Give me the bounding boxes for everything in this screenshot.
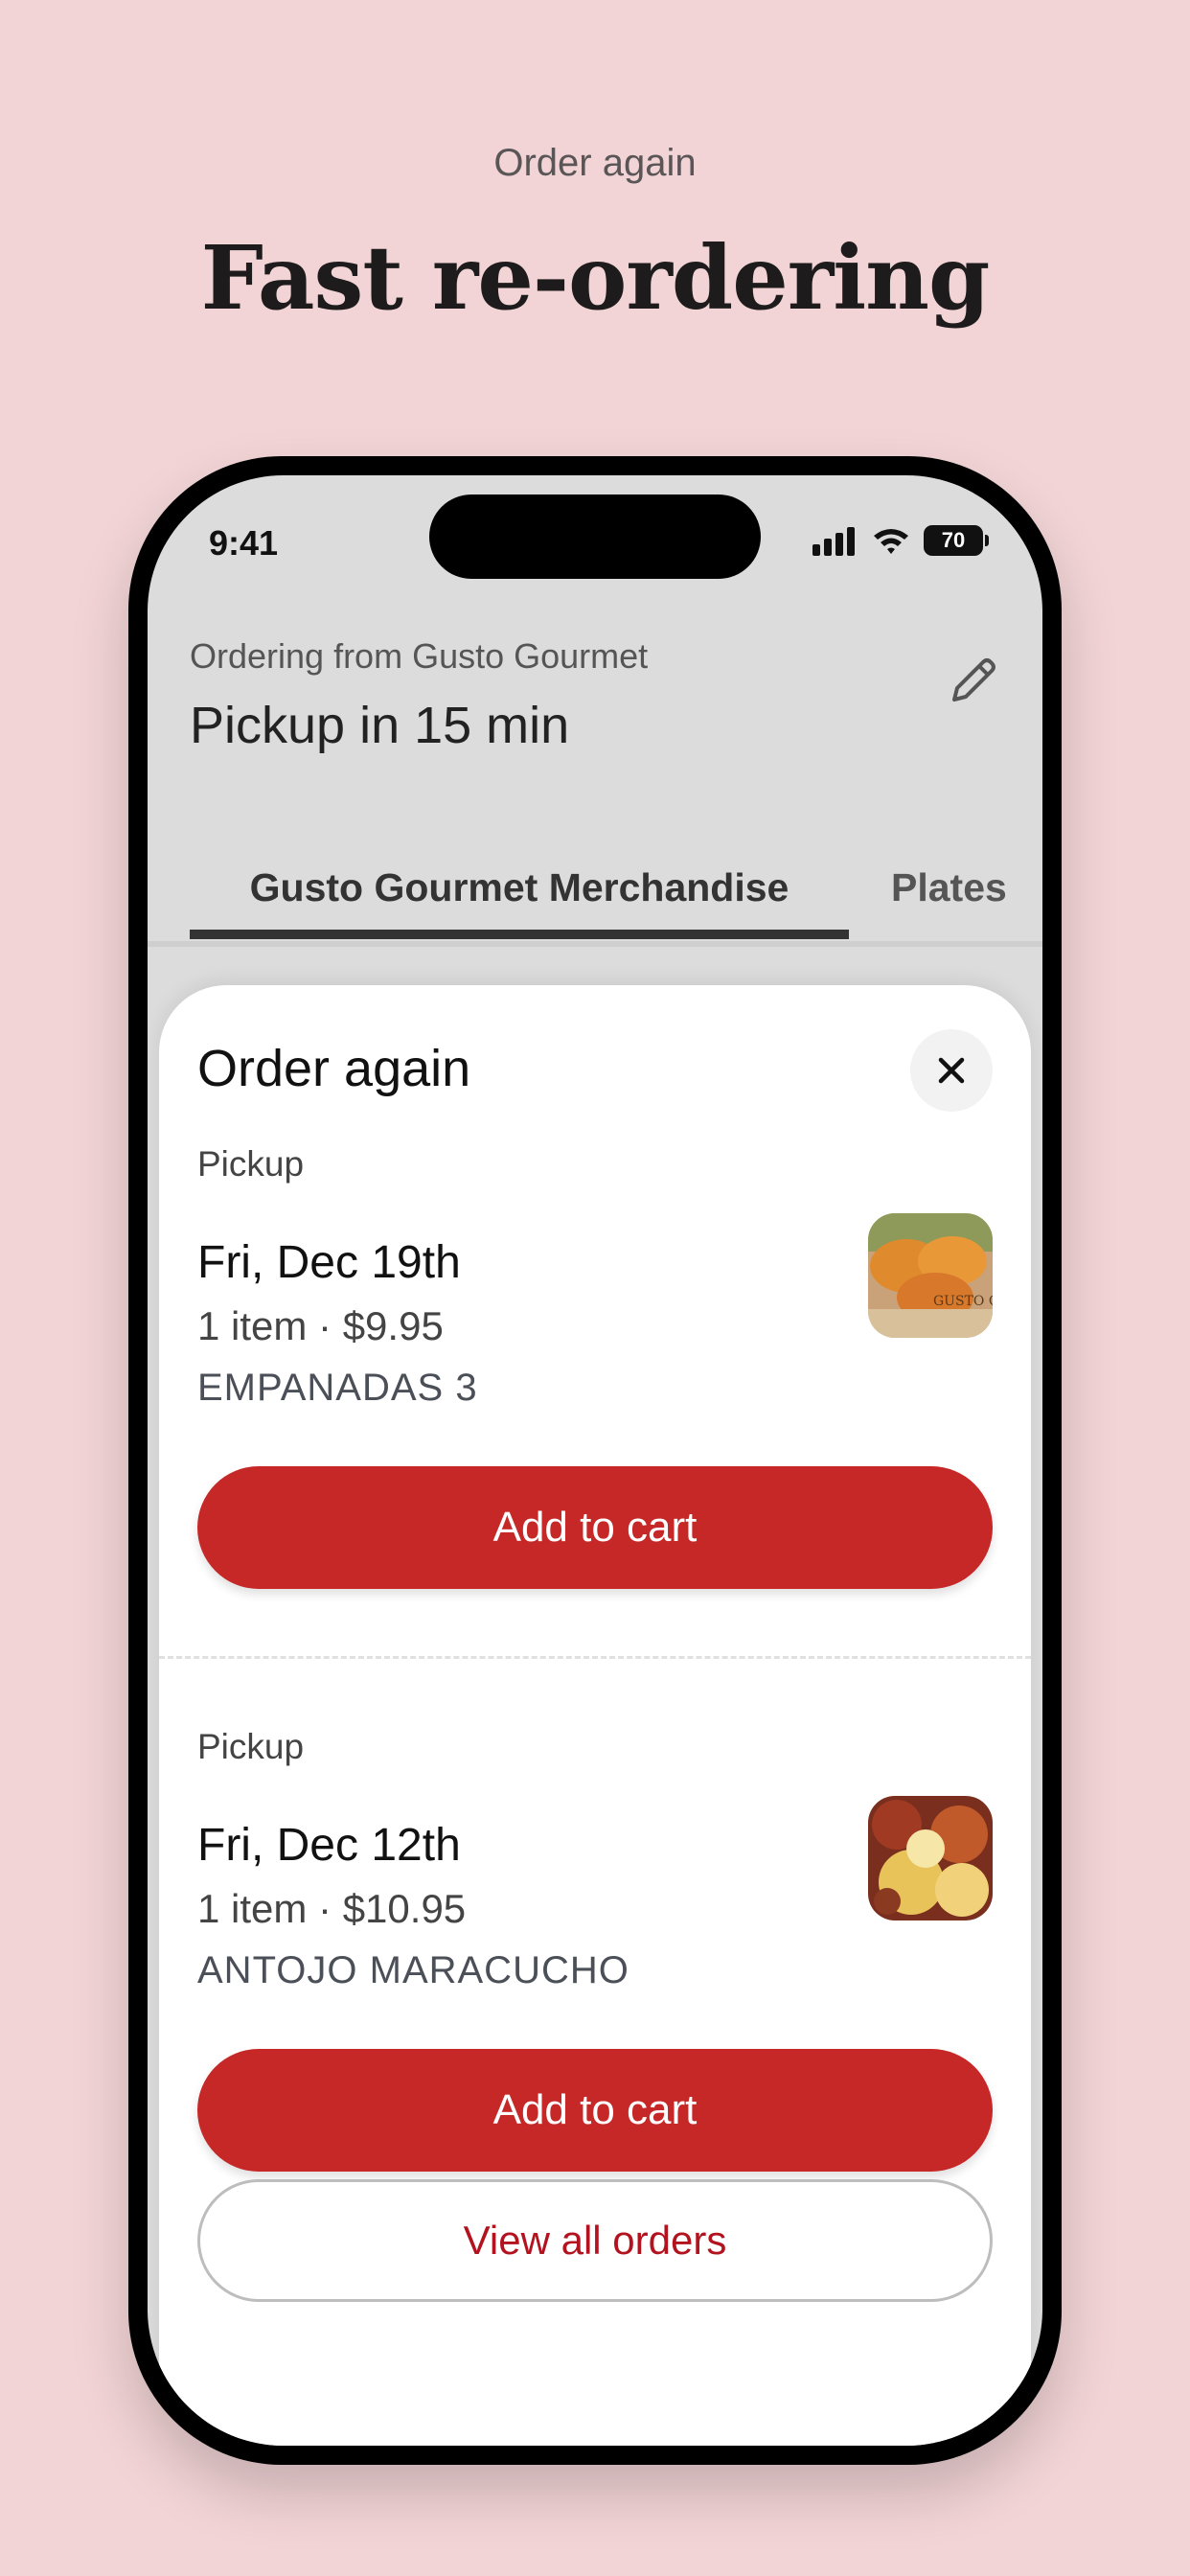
pencil-icon (952, 658, 995, 702)
status-icons: 70 (811, 525, 989, 556)
active-tab-indicator (190, 930, 849, 939)
tabs-divider (148, 941, 1042, 947)
edit-button[interactable] (943, 650, 1004, 711)
close-icon (938, 1057, 965, 1084)
dynamic-island (429, 494, 761, 579)
category-tabs: Gusto Gourmet Merchandise Plates (148, 840, 1042, 945)
signal-icon (812, 527, 855, 556)
order-card: Pickup Fri, Dec 19th 1 item · $9.95 EMPA… (197, 1144, 993, 1589)
headline: Fast re-ordering (200, 226, 991, 330)
order-again-sheet: Order again Pickup Fri, Dec 19th 1 item … (159, 985, 1031, 2446)
battery-level: 70 (941, 528, 966, 552)
wifi-icon (874, 529, 908, 554)
empanadas-photo: GUSTO GOUR (868, 1213, 993, 1338)
order-kind: Pickup (197, 1727, 305, 1766)
order-date: Fri, Dec 12th (197, 1820, 461, 1871)
order-kind: Pickup (197, 1144, 305, 1184)
order-item-name: ANTOJO MARACUCHO (197, 1949, 629, 1991)
close-button[interactable] (910, 1029, 993, 1112)
add-to-cart-button[interactable]: Add to cart (197, 2049, 993, 2172)
order-date: Fri, Dec 19th (197, 1237, 461, 1288)
svg-text:GUSTO GOUR: GUSTO GOUR (933, 1294, 993, 1309)
phone-frame: 9:41 70 Ordering from Gusto Gourmet Pick… (128, 456, 1062, 2465)
battery-icon: 70 (924, 525, 989, 556)
tab-gusto-gourmet-merchandise[interactable]: Gusto Gourmet Merchandise (190, 840, 849, 935)
eyebrow-label: Order again (493, 142, 697, 184)
antojo-photo (868, 1796, 993, 1920)
pickup-time[interactable]: Pickup in 15 min (190, 696, 569, 755)
phone-screen: 9:41 70 Ordering from Gusto Gourmet Pick… (148, 475, 1042, 2446)
order-meta: 1 item · $9.95 (197, 1303, 444, 1348)
view-all-orders-button[interactable]: View all orders (197, 2179, 993, 2302)
status-time: 9:41 (209, 523, 279, 563)
order-item-name: EMPANADAS 3 (197, 1367, 478, 1409)
order-card: Pickup Fri, Dec 12th 1 item · $10.95 ANT… (197, 1727, 993, 2172)
ordering-from-label: Ordering from Gusto Gourmet (190, 636, 649, 676)
order-meta: 1 item · $10.95 (197, 1886, 467, 1931)
tab-plates[interactable]: Plates (891, 840, 1007, 935)
add-to-cart-button[interactable]: Add to cart (197, 1466, 993, 1589)
order-divider (159, 1656, 1031, 1659)
sheet-title: Order again (197, 1040, 471, 1097)
